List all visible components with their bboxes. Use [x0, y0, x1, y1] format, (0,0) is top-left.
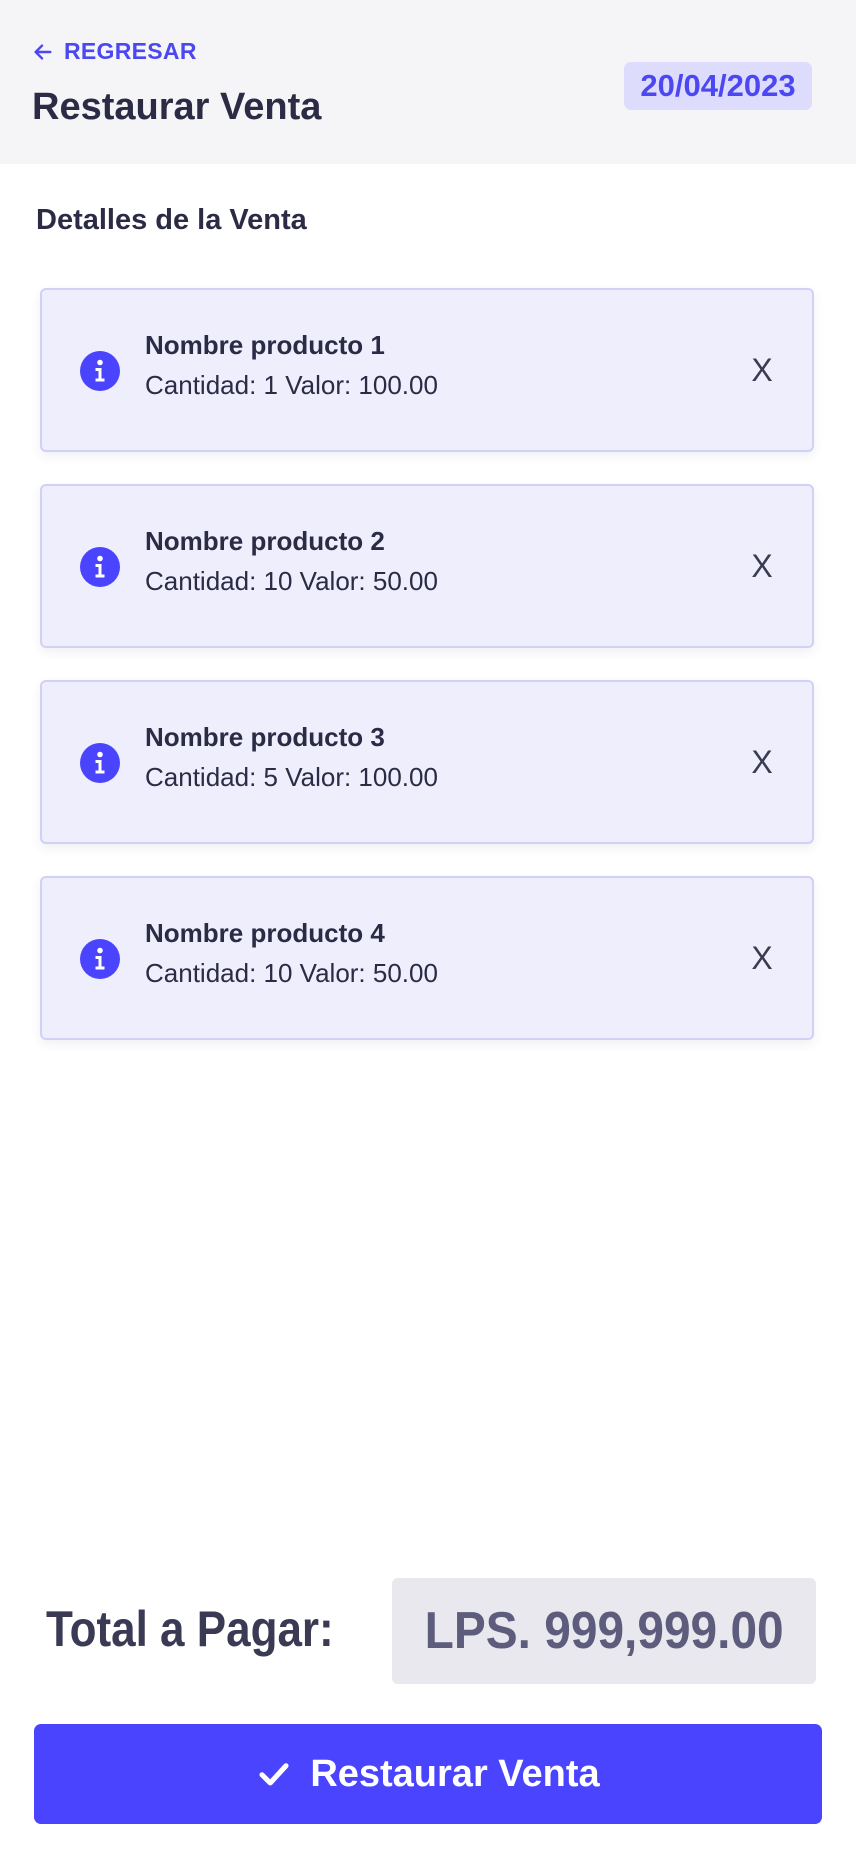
info-icon: [80, 743, 120, 783]
info-icon: [80, 547, 120, 587]
remove-item-button[interactable]: X: [742, 934, 782, 982]
header: REGRESAR Restaurar Venta 20/04/2023: [0, 0, 856, 164]
restore-sale-label: Restaurar Venta: [310, 1752, 600, 1795]
product-card: Nombre producto 1 Cantidad: 1 Valor: 100…: [40, 288, 814, 452]
check-icon: [256, 1756, 292, 1792]
product-name: Nombre producto 2: [145, 526, 385, 556]
product-detail: Cantidad: 10 Valor: 50.00: [145, 566, 438, 596]
back-link[interactable]: REGRESAR: [32, 38, 197, 65]
total-amount: LPS. 999,999.00: [424, 1602, 784, 1660]
back-label: REGRESAR: [64, 38, 197, 64]
product-detail: Cantidad: 1 Valor: 100.00: [145, 370, 438, 400]
product-name: Nombre producto 1: [145, 330, 385, 360]
product-card: Nombre producto 3 Cantidad: 5 Valor: 100…: [40, 680, 814, 844]
remove-item-button[interactable]: X: [742, 346, 782, 394]
arrow-left-icon: [32, 41, 54, 63]
remove-item-button[interactable]: X: [742, 738, 782, 786]
total-amount-box: LPS. 999,999.00: [392, 1578, 816, 1684]
product-detail: Cantidad: 5 Valor: 100.00: [145, 762, 438, 792]
section-title: Detalles de la Venta: [36, 204, 307, 236]
product-detail: Cantidad: 10 Valor: 50.00: [145, 958, 438, 988]
info-icon: [80, 351, 120, 391]
product-card: Nombre producto 2 Cantidad: 10 Valor: 50…: [40, 484, 814, 648]
date-badge: 20/04/2023: [624, 62, 812, 110]
restore-sale-button[interactable]: Restaurar Venta: [34, 1724, 822, 1824]
product-card: Nombre producto 4 Cantidad: 10 Valor: 50…: [40, 876, 814, 1040]
page-title: Restaurar Venta: [32, 86, 322, 128]
total-label: Total a Pagar:: [46, 1601, 334, 1657]
remove-item-button[interactable]: X: [742, 542, 782, 590]
product-name: Nombre producto 4: [145, 918, 385, 948]
info-icon: [80, 939, 120, 979]
product-name: Nombre producto 3: [145, 722, 385, 752]
